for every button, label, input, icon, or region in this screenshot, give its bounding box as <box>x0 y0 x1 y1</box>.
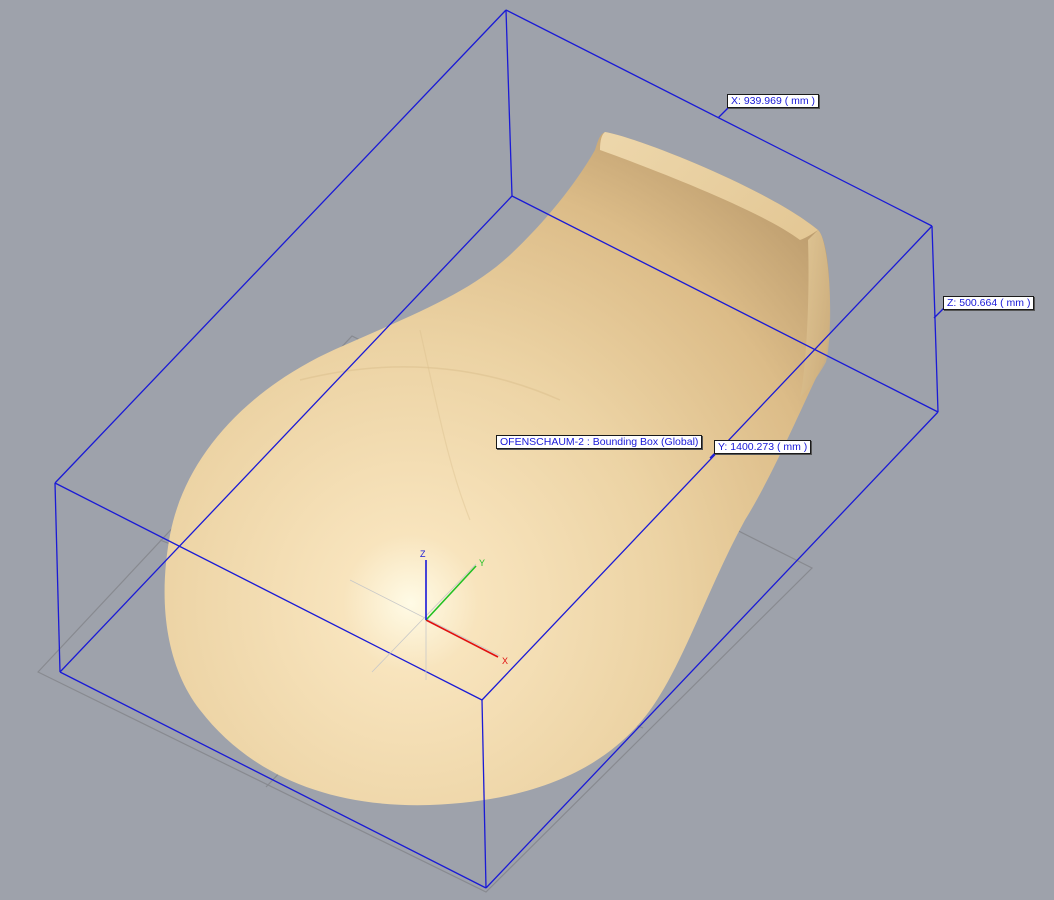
bounding-box-title-label[interactable]: OFENSCHAUM-2 : Bounding Box (Global) <box>496 435 703 449</box>
z-dimension-label[interactable]: Z: 500.664 ( mm ) <box>943 296 1035 310</box>
3d-viewport[interactable]: X Y Z X: 939.969 ( mm ) Z: 500.664 ( mm … <box>0 0 1054 900</box>
y-dimension-label[interactable]: Y: 1400.273 ( mm ) <box>714 440 812 454</box>
scene-canvas[interactable]: X Y Z <box>0 0 1054 900</box>
z-axis-label: Z <box>420 549 426 559</box>
x-dimension-label[interactable]: X: 939.969 ( mm ) <box>727 94 820 108</box>
x-axis-label: X <box>502 656 508 666</box>
y-axis-label: Y <box>479 558 485 568</box>
part-ofenschaum-2[interactable] <box>164 132 831 806</box>
